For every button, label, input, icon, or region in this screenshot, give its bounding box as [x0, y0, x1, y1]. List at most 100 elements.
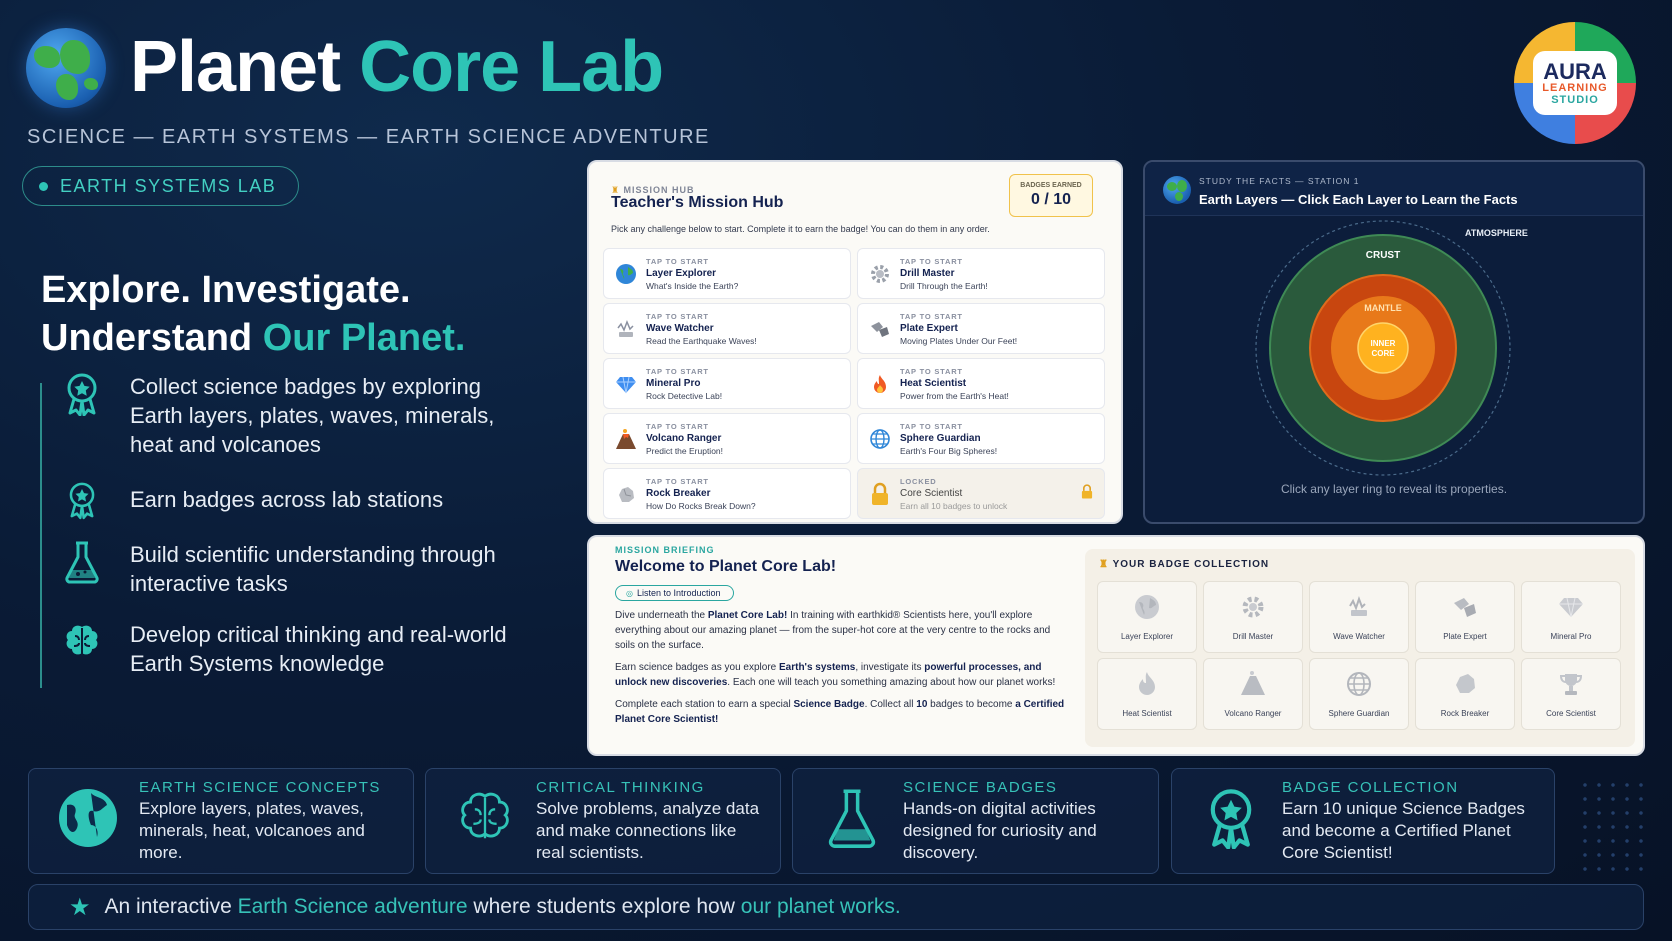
- challenge-card-wave-watcher[interactable]: TAP TO START Wave Watcher Read the Earthqu…: [603, 303, 851, 354]
- brain-icon: [60, 620, 104, 664]
- badge-slot-plate-expert[interactable]: Plate Expert: [1415, 581, 1515, 653]
- app-subtitle: SCIENCE — EARTH SYSTEMS — EARTH SCIENCE …: [27, 126, 710, 148]
- challenge-card-rock-breaker[interactable]: TAP TO START Rock Breaker How Do Rocks Bre…: [603, 468, 851, 519]
- briefing-text-run: 10: [916, 699, 928, 710]
- intro-divider: [40, 383, 42, 688]
- trophy-icon: ♜: [1099, 559, 1109, 570]
- inner-core-label-2: CORE: [1371, 349, 1395, 358]
- challenge-card-layer-explorer[interactable]: TAP TO START Layer Explorer What's Inside …: [603, 248, 851, 299]
- earth-layers-header: STUDY THE FACTS — STATION 1 Earth Layers…: [1145, 162, 1643, 216]
- badge-slot-label: Heat Scientist: [1122, 709, 1172, 718]
- briefing-text-run: , investigate its: [855, 662, 925, 673]
- badge-slot-sphere-guardian[interactable]: Sphere Guardian: [1309, 658, 1409, 730]
- briefing-text-run: badges to become: [927, 699, 1016, 710]
- volcano-icon: [1239, 670, 1267, 703]
- globe-icon: [1133, 593, 1161, 626]
- badge-icon: [60, 478, 104, 522]
- rock-icon: [1451, 670, 1479, 703]
- lock-icon: [868, 482, 892, 506]
- flask-icon: [819, 785, 885, 851]
- badges-earned-counter: BADGES EARNED 0 / 10: [1009, 174, 1093, 217]
- badge-icon: [60, 372, 104, 416]
- gear-icon: [1239, 593, 1267, 626]
- badge-slot-mineral-pro[interactable]: Mineral Pro: [1521, 581, 1621, 653]
- badge-slot-volcano-ranger[interactable]: Volcano Ranger: [1203, 658, 1303, 730]
- badge-collection-card: BADGE COLLECTION Earn 10 unique Science B…: [1171, 768, 1555, 874]
- badge-icon: [1198, 785, 1264, 851]
- briefing-text-run: . Each one will teach you something amaz…: [727, 677, 1056, 688]
- flask-icon: [60, 540, 104, 584]
- challenge-card-sphere-guardian[interactable]: TAP TO START Sphere Guardian Earth's Four …: [857, 413, 1105, 464]
- sphere-icon: [1345, 670, 1373, 703]
- badge-slot-label: Plate Expert: [1443, 632, 1487, 641]
- badge-slot-wave-watcher[interactable]: Wave Watcher: [1309, 581, 1409, 653]
- seismograph-icon: [1345, 593, 1373, 626]
- pill-dot: [39, 181, 48, 191]
- globe-icon: [1163, 176, 1191, 204]
- gear-icon: [868, 262, 892, 286]
- crust-label: CRUST: [1366, 250, 1400, 261]
- badge-slot-label: Wave Watcher: [1333, 632, 1385, 641]
- challenge-card-drill-master[interactable]: TAP TO START Drill Master Drill Through th…: [857, 248, 1105, 299]
- mission-hub-title: Teacher's Mission Hub: [611, 194, 784, 211]
- critical-thinking-card: CRITICAL THINKING Solve problems, analyze…: [425, 768, 781, 874]
- challenge-grid: TAP TO START Layer Explorer What's Inside …: [603, 248, 1105, 519]
- mission-hub-description: Pick any challenge below to start. Compl…: [611, 224, 990, 234]
- badge-slot-label: Drill Master: [1232, 632, 1274, 641]
- challenge-card-core-scientist-locked: LOCKED Core Scientist Earn all 10 badges t…: [857, 468, 1105, 519]
- fire-icon: [868, 372, 892, 396]
- briefing-paragraph-3: Complete each station to earn a special …: [615, 697, 1065, 727]
- earth-layers-panel: STUDY THE FACTS — STATION 1 Earth Layers…: [1143, 160, 1645, 524]
- badge-slot-drill-master[interactable]: Drill Master: [1203, 581, 1303, 653]
- badge-slot-label: Sphere Guardian: [1328, 709, 1390, 718]
- briefing-small-label: MISSION BRIEFING: [615, 545, 715, 555]
- briefing-text-run: Complete each station to earn a special: [615, 699, 794, 710]
- seismograph-icon: [614, 317, 638, 341]
- mission-briefing-panel: MISSION BRIEFING Welcome to Planet Core …: [587, 535, 1645, 756]
- challenge-card-heat-scientist[interactable]: TAP TO START Heat Scientist Power from the…: [857, 358, 1105, 409]
- badge-slot-label: Layer Explorer: [1120, 632, 1174, 641]
- feature-item: Build scientific understanding through i…: [60, 540, 520, 598]
- star-icon: ★: [69, 893, 91, 921]
- badge-slot-label: Rock Breaker: [1440, 709, 1490, 718]
- badge-slot-layer-explorer[interactable]: Layer Explorer: [1097, 581, 1197, 653]
- badge-collection-title: ♜ YOUR BADGE COLLECTION: [1099, 559, 1270, 570]
- briefing-text-run: Dive underneath the: [615, 610, 708, 621]
- briefing-title: Welcome to Planet Core Lab!: [615, 558, 837, 575]
- briefing-text-run: Science Badge: [793, 699, 865, 710]
- badge-slot-heat-scientist[interactable]: Heat Scientist: [1097, 658, 1197, 730]
- feature-item: Earn badges across lab stations: [60, 478, 520, 522]
- rock-icon: [614, 482, 638, 506]
- badge-collection: ♜ YOUR BADGE COLLECTION Layer Explorer Dr…: [1085, 549, 1635, 747]
- inner-core-label: INNER: [1371, 339, 1396, 348]
- trophy-icon: [1557, 670, 1585, 703]
- sphere-icon: [868, 427, 892, 451]
- lock-icon: [1080, 483, 1094, 505]
- gem-icon: [1557, 593, 1585, 626]
- briefing-paragraph-2: Earn science badges as you explore Earth…: [615, 660, 1065, 690]
- badge-slot-label: Volcano Ranger: [1224, 709, 1282, 718]
- briefing-paragraph-1: Dive underneath the Planet Core Lab! In …: [615, 608, 1065, 653]
- badge-slot-rock-breaker[interactable]: Rock Breaker: [1415, 658, 1515, 730]
- feature-item: Develop critical thinking and real-world…: [60, 620, 520, 678]
- listen-to-introduction-button[interactable]: ◎ Listen to Introduction: [615, 585, 734, 601]
- badge-grid: Layer Explorer Drill Master Wave Watcher Pl…: [1097, 581, 1621, 730]
- globe-icon: [55, 785, 121, 851]
- mission-hub-panel: ♜ MISSION HUB Teacher's Mission Hub BADG…: [587, 160, 1123, 524]
- challenge-card-mineral-pro[interactable]: TAP TO START Mineral Pro Rock Detective La…: [603, 358, 851, 409]
- plates-icon: [1451, 593, 1479, 626]
- inner-core-ring[interactable]: [1357, 322, 1409, 374]
- intro-headline: Explore. Investigate. Understand Our Pla…: [41, 269, 466, 359]
- science-badges-card: SCIENCE BADGES Hands-on digital activitie…: [792, 768, 1159, 874]
- globe-icon: [614, 262, 638, 286]
- badge-slot-core-scientist[interactable]: Core Scientist: [1521, 658, 1621, 730]
- mantle-label: MANTLE: [1364, 303, 1402, 313]
- volcano-icon: [614, 427, 638, 451]
- briefing-text-run: Planet Core Lab!: [707, 610, 788, 621]
- app-title: Planet Core Lab: [130, 27, 664, 107]
- challenge-card-plate-expert[interactable]: TAP TO START Plate Expert Moving Plates Un…: [857, 303, 1105, 354]
- challenge-card-volcano-ranger[interactable]: TAP TO START Volcano Ranger Predict the Er…: [603, 413, 851, 464]
- briefing-text-run: Earth's systems: [779, 662, 856, 673]
- briefing-text-run: Earn science badges as you explore: [615, 662, 779, 673]
- speaker-icon: ◎: [626, 588, 633, 598]
